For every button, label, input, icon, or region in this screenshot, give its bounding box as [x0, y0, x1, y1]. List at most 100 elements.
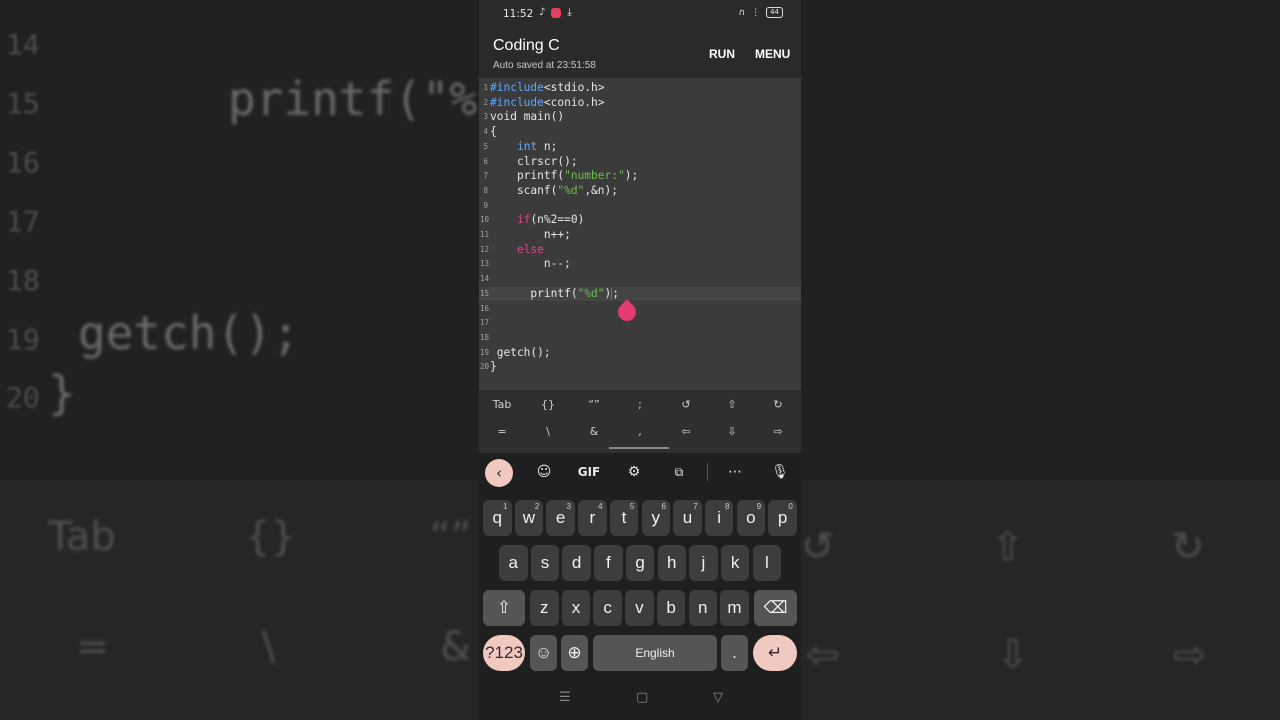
key-r[interactable]: r4 — [578, 500, 607, 536]
phone-screen: 11:52 ♪ ⤓ ∩ ⋮ 44 Coding C Auto saved at … — [479, 0, 801, 720]
symbol-key[interactable]: ⇦ — [663, 425, 709, 438]
key-a[interactable]: a — [499, 545, 528, 581]
key-j[interactable]: j — [689, 545, 718, 581]
code-token: "number:" — [564, 169, 625, 183]
code-line[interactable]: 15 printf("%d"); — [479, 286, 801, 302]
symbol-key[interactable]: , — [617, 425, 663, 438]
bg-key: {} — [245, 514, 296, 560]
shift-key[interactable]: ⇧ — [483, 590, 525, 626]
gif-button[interactable]: GIF — [574, 457, 604, 487]
code-line[interactable]: 12 else — [479, 243, 801, 258]
key-s[interactable]: s — [530, 545, 560, 581]
code-token: printf( — [490, 169, 565, 183]
key-o[interactable]: o9 — [736, 500, 766, 536]
code-line[interactable]: 6 clrscr(); — [479, 155, 801, 170]
symbol-key[interactable]: \ — [525, 425, 571, 438]
code-line[interactable]: 2 #include<conio.h> — [479, 96, 801, 111]
code-token: printf( — [490, 286, 578, 300]
space-key[interactable]: English — [593, 635, 717, 671]
back-icon[interactable]: ▽ — [713, 690, 723, 705]
enter-key[interactable]: ↵ — [753, 635, 797, 671]
code-line[interactable]: 7 printf("number:"); — [479, 169, 801, 184]
code-line[interactable]: 16 — [479, 302, 801, 317]
menu-button[interactable]: MENU — [755, 47, 790, 61]
recents-icon[interactable]: ☰ — [559, 690, 571, 705]
key-number-hint: 5 — [629, 502, 635, 511]
key-y-label: y — [651, 508, 661, 527]
key-number-hint: 4 — [598, 502, 603, 511]
key-d[interactable]: d — [562, 545, 591, 581]
key-c[interactable]: c — [593, 590, 622, 626]
backspace-key[interactable]: ⌫ — [754, 590, 797, 626]
symbol-key[interactable]: Tab — [479, 398, 525, 411]
code-line[interactable]: 17 — [479, 316, 801, 331]
symbol-key[interactable]: {} — [525, 398, 571, 411]
key-f[interactable]: f — [594, 545, 623, 581]
background-left: 14 15 16 17 18 19 20 printf("% getch(); … — [0, 0, 479, 720]
key-c-label: c — [603, 598, 612, 617]
code-token: n++; — [490, 228, 571, 241]
symbols-key[interactable]: ?123 — [483, 635, 525, 671]
code-line[interactable]: 20} — [479, 360, 801, 375]
code-line[interactable]: 9 — [479, 199, 801, 214]
sticker-icon[interactable]: ☺ — [529, 457, 559, 487]
code-line[interactable]: 13 n--; — [479, 257, 801, 272]
key-n[interactable]: n — [688, 590, 717, 626]
code-line[interactable]: 19 getch(); — [479, 346, 801, 361]
key-x[interactable]: x — [561, 590, 591, 626]
code-line[interactable]: 8 scanf("%d",&n); — [479, 184, 801, 199]
code-editor[interactable]: 1 #include<stdio.h> 2 #include<conio.h> 3 voi… — [479, 78, 801, 390]
key-g-label: g — [635, 553, 645, 572]
key-l[interactable]: l — [752, 545, 782, 581]
key-u[interactable]: u7 — [673, 500, 702, 536]
key-i[interactable]: i8 — [704, 500, 734, 536]
code-text: if(n%2==0) — [490, 213, 584, 228]
key-e[interactable]: e3 — [546, 500, 575, 536]
bg-key: ⇩ — [996, 632, 1030, 678]
period-key[interactable]: . — [721, 635, 748, 671]
symbol-key[interactable]: “” — [571, 398, 617, 411]
code-line[interactable]: 10 if(n%2==0) — [479, 213, 801, 228]
key-m[interactable]: m — [720, 590, 749, 626]
bg-key: ⇦ — [806, 632, 840, 678]
code-line[interactable]: 1 #include<stdio.h> — [479, 81, 801, 96]
symbol-key[interactable]: ⇨ — [755, 425, 801, 438]
translate-icon[interactable]: ⧉ — [664, 457, 694, 487]
back-chevron-icon[interactable]: ‹ — [485, 459, 513, 487]
symbol-key[interactable]: ↺ — [663, 398, 709, 411]
symbol-key[interactable]: ↻ — [755, 398, 801, 411]
line-number: 9 — [483, 200, 488, 210]
settings-icon[interactable]: ⚙ — [619, 457, 649, 487]
key-z[interactable]: z — [530, 590, 559, 626]
key-w[interactable]: w2 — [514, 500, 544, 536]
language-key[interactable]: ⊕ — [561, 635, 588, 671]
more-icon[interactable]: ⋯ — [720, 457, 750, 487]
code-line[interactable]: 3 void main() — [479, 110, 801, 125]
key-g[interactable]: g — [625, 545, 655, 581]
key-k[interactable]: k — [720, 545, 750, 581]
run-button[interactable]: RUN — [709, 47, 735, 61]
bg-line-number: 20 — [6, 381, 40, 414]
key-t[interactable]: t5 — [609, 500, 639, 536]
code-line[interactable]: 18 — [479, 331, 801, 346]
home-icon[interactable]: ▢ — [636, 690, 648, 705]
emoji-key[interactable]: ☺ — [530, 635, 557, 671]
code-line[interactable]: 14 — [479, 272, 801, 287]
key-y[interactable]: y6 — [641, 500, 670, 536]
key-p[interactable]: p0 — [768, 500, 797, 536]
key-v[interactable]: v — [625, 590, 654, 626]
code-line[interactable]: 4{ — [479, 125, 801, 140]
symbol-key[interactable]: ⇧ — [709, 398, 755, 411]
line-number: 6 — [483, 156, 488, 166]
key-h[interactable]: h — [657, 545, 686, 581]
symbol-key[interactable]: ; — [617, 398, 663, 411]
key-b[interactable]: b — [656, 590, 686, 626]
symbol-key[interactable]: & — [571, 425, 617, 438]
code-line[interactable]: 11 n++; — [479, 228, 801, 243]
key-a-label: a — [508, 553, 518, 572]
microphone-icon[interactable]: 🎙 — [765, 457, 795, 487]
symbol-key[interactable]: ⇩ — [709, 425, 755, 438]
key-q[interactable]: q1 — [483, 500, 512, 536]
code-line[interactable]: 5 int n; — [479, 140, 801, 155]
symbol-key[interactable]: = — [479, 425, 525, 438]
